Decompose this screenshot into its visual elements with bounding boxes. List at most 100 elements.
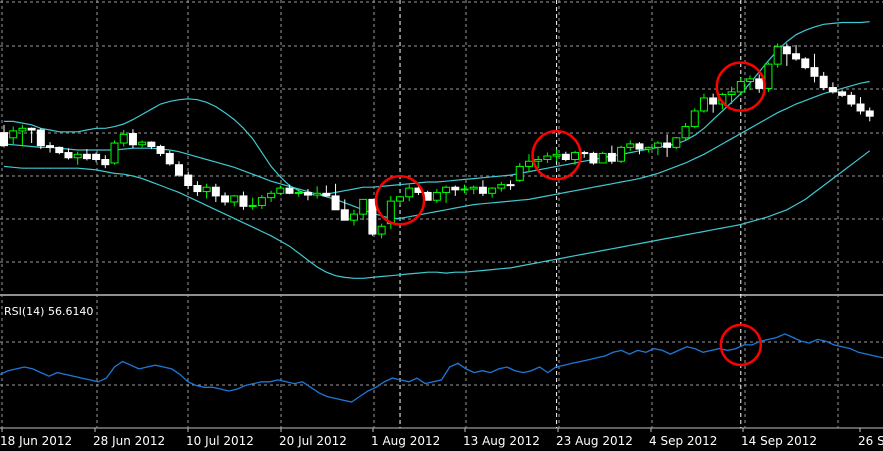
candle bbox=[174, 161, 183, 177]
candle-body bbox=[838, 91, 847, 96]
candle-body bbox=[534, 159, 543, 162]
candle-body bbox=[64, 152, 73, 159]
candle bbox=[626, 140, 635, 151]
candle bbox=[46, 142, 55, 153]
candle-body bbox=[709, 97, 718, 105]
candle bbox=[18, 124, 27, 147]
candle-body bbox=[248, 204, 257, 207]
candle-body bbox=[543, 155, 552, 161]
candle-body bbox=[82, 153, 91, 160]
candle-body bbox=[184, 174, 193, 187]
candle bbox=[202, 183, 211, 199]
candle bbox=[156, 144, 165, 157]
candle-body bbox=[515, 165, 524, 181]
candle bbox=[478, 180, 487, 196]
candle-body bbox=[561, 153, 570, 161]
candle-body bbox=[451, 186, 460, 191]
candle-body bbox=[294, 191, 303, 194]
x-tick-label: 14 Sep 2012 bbox=[741, 434, 817, 448]
candle-body bbox=[9, 130, 18, 139]
candle bbox=[248, 197, 257, 210]
candle bbox=[635, 142, 644, 155]
candle bbox=[709, 93, 718, 113]
candle-body bbox=[524, 160, 533, 167]
candle-body bbox=[690, 110, 699, 128]
rsi-line bbox=[0, 333, 883, 403]
candle bbox=[349, 209, 358, 226]
candle bbox=[405, 184, 414, 202]
candle-body bbox=[156, 146, 165, 154]
candle bbox=[165, 150, 174, 166]
candle bbox=[368, 198, 377, 236]
candle bbox=[36, 128, 45, 150]
candle bbox=[193, 181, 202, 196]
candle-body bbox=[267, 192, 276, 199]
candle-body bbox=[340, 209, 349, 221]
candle bbox=[313, 186, 322, 199]
candle-body bbox=[331, 195, 340, 211]
candle bbox=[82, 149, 91, 161]
candle-body bbox=[368, 198, 377, 235]
candle bbox=[359, 198, 368, 221]
candle-body bbox=[36, 129, 45, 147]
x-tick-label: 13 Aug 2012 bbox=[463, 434, 540, 448]
candle-body bbox=[635, 143, 644, 150]
candle bbox=[598, 151, 607, 164]
candle bbox=[838, 90, 847, 98]
candle-body bbox=[746, 78, 755, 82]
candle bbox=[211, 183, 220, 202]
candle bbox=[432, 188, 441, 203]
candle bbox=[506, 180, 515, 190]
candle bbox=[617, 145, 626, 163]
candle-body bbox=[221, 195, 230, 203]
candle-body bbox=[589, 152, 598, 164]
candle-body bbox=[349, 213, 358, 221]
bollinger-lower-line bbox=[3, 150, 871, 279]
candle bbox=[276, 185, 285, 196]
candle bbox=[561, 151, 570, 162]
candle-body bbox=[165, 152, 174, 165]
x-tick-label: 10 Jul 2012 bbox=[186, 434, 254, 448]
candle bbox=[221, 192, 230, 206]
candle-body bbox=[672, 137, 681, 148]
candle-body bbox=[460, 188, 469, 191]
candle bbox=[792, 45, 801, 61]
candle bbox=[442, 185, 451, 203]
candle-body bbox=[322, 192, 331, 197]
candle bbox=[736, 78, 745, 96]
candle bbox=[801, 57, 810, 70]
candle-body bbox=[617, 146, 626, 162]
x-axis: 18 Jun 2012 28 Jun 2012 10 Jul 2012 20 Jul … bbox=[0, 428, 883, 448]
candle bbox=[239, 191, 248, 210]
candle-body bbox=[193, 185, 202, 193]
candle bbox=[672, 136, 681, 150]
price-chart: RSI(14) 56.6140 18 Jun 2012 28 Jun 2012 10… bbox=[0, 0, 883, 451]
candle-body bbox=[497, 184, 506, 189]
candle-body bbox=[101, 159, 110, 166]
candle bbox=[589, 151, 598, 165]
x-tick-label: 26 S bbox=[858, 434, 883, 448]
candle bbox=[128, 129, 137, 149]
candle-body bbox=[699, 97, 708, 112]
candle-body bbox=[653, 142, 662, 148]
candle-body bbox=[128, 132, 137, 146]
rsi-label: RSI(14) 56.6140 bbox=[4, 305, 93, 318]
candle bbox=[543, 152, 552, 163]
candle-body bbox=[18, 127, 27, 132]
candle bbox=[681, 123, 690, 141]
bollinger-upper-line bbox=[4, 21, 870, 196]
candle-body bbox=[377, 225, 386, 235]
candle-body bbox=[27, 127, 36, 131]
candle-body bbox=[211, 186, 220, 197]
candle-body bbox=[626, 143, 635, 148]
candle bbox=[847, 91, 856, 107]
candle-body bbox=[46, 145, 55, 148]
candle bbox=[230, 195, 239, 207]
candle bbox=[488, 187, 497, 198]
candle bbox=[331, 183, 340, 211]
candle-body bbox=[764, 63, 773, 89]
candle-body bbox=[782, 46, 791, 55]
candle-body bbox=[147, 141, 156, 147]
candle bbox=[828, 82, 837, 94]
candle bbox=[690, 108, 699, 129]
